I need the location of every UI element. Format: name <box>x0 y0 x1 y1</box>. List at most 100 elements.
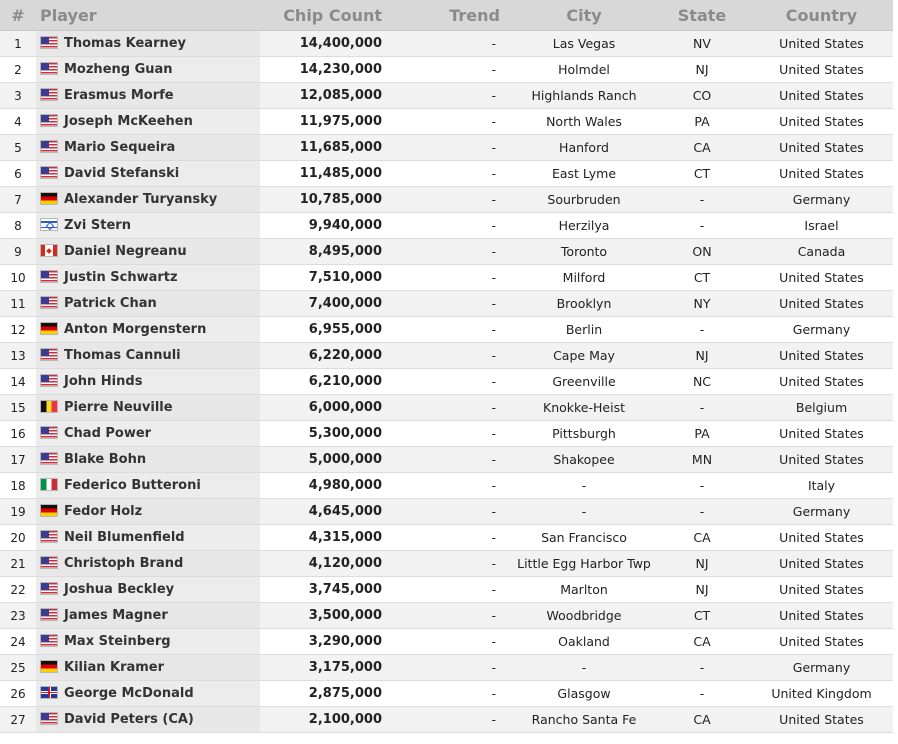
player-name[interactable]: Daniel Negreanu <box>64 244 187 259</box>
city-cell: Cape May <box>514 342 654 369</box>
rank-cell: 17 <box>0 446 36 473</box>
player-name[interactable]: Neil Blumenfield <box>64 530 185 545</box>
us-flag-icon <box>40 140 58 153</box>
player-name[interactable]: Anton Morgenstern <box>64 322 206 337</box>
player-name[interactable]: Zvi Stern <box>64 218 131 233</box>
table-row[interactable]: 10 Justin Schwartz 7,510,000- Milford CT Unit… <box>0 264 893 291</box>
player-name[interactable]: James Magner <box>64 608 168 623</box>
player-name[interactable]: Patrick Chan <box>64 296 157 311</box>
header-chip-count[interactable]: Chip Count <box>260 0 392 31</box>
player-name[interactable]: Thomas Kearney <box>64 36 186 51</box>
table-row[interactable]: 2 Mozheng Guan 14,230,000- Holmdel NJ United … <box>0 56 893 83</box>
player-name[interactable]: David Stefanski <box>64 166 179 181</box>
table-row[interactable]: 4 Joseph McKeehen 11,975,000- North Wales PA… <box>0 108 893 135</box>
table-row[interactable]: 21 Christoph Brand 4,120,000- Little Egg Ha… <box>0 550 893 577</box>
table-row[interactable]: 17 Blake Bohn 5,000,000- Shakopee MN United S… <box>0 446 893 473</box>
us-flag-icon <box>40 530 58 543</box>
table-row[interactable]: 1 Thomas Kearney 14,400,000- Las Vegas NV Uni… <box>0 30 893 57</box>
trend-cell: - <box>392 576 514 603</box>
player-name[interactable]: George McDonald <box>64 686 194 701</box>
trend-cell: - <box>392 186 514 213</box>
table-row[interactable]: 25 Kilian Kramer 3,175,000- - - Germany <box>0 654 893 681</box>
header-trend[interactable]: Trend <box>392 0 514 31</box>
table-row[interactable]: 20 Neil Blumenfield 4,315,000- San Francisc… <box>0 524 893 551</box>
table-row[interactable]: 9 Daniel Negreanu 8,495,000- Toronto ON Canad… <box>0 238 893 265</box>
table-row[interactable]: 7 Alexander Turyansky 10,785,000- Sourbrude… <box>0 186 893 213</box>
header-country[interactable]: Country <box>750 0 893 31</box>
chip-count-cell: 11,975,000 <box>260 108 392 135</box>
table-row[interactable]: 8 Zvi Stern 9,940,000- Herzilya - Israel <box>0 212 893 239</box>
city-cell: East Lyme <box>514 160 654 187</box>
table-row[interactable]: 13 Thomas Cannuli 6,220,000- Cape May NJ Unit… <box>0 342 893 369</box>
player-name[interactable]: Justin Schwartz <box>64 270 178 285</box>
trend-cell: - <box>392 446 514 473</box>
player-name[interactable]: David Peters (CA) <box>64 712 194 727</box>
chip-count-cell: 2,100,000 <box>260 706 392 733</box>
player-name[interactable]: Alexander Turyansky <box>64 192 217 207</box>
state-cell: NC <box>654 368 750 395</box>
table-row[interactable]: 22 Joshua Beckley 3,745,000- Marlton NJ Unite… <box>0 576 893 603</box>
player-name[interactable]: Mozheng Guan <box>64 62 173 77</box>
city-cell: Toronto <box>514 238 654 265</box>
header-state[interactable]: State <box>654 0 750 31</box>
table-row[interactable]: 5 Mario Sequeira 11,685,000- Hanford CA Unite… <box>0 134 893 161</box>
player-name[interactable]: Pierre Neuville <box>64 400 173 415</box>
table-row[interactable]: 23 James Magner 3,500,000- Woodbridge CT Unit… <box>0 602 893 629</box>
state-cell: CA <box>654 706 750 733</box>
table-row[interactable]: 15 Pierre Neuville 6,000,000- Knokke-Heist -… <box>0 394 893 421</box>
country-cell: United States <box>750 160 893 187</box>
player-name[interactable]: Christoph Brand <box>64 556 183 571</box>
table-row[interactable]: 11 Patrick Chan 7,400,000- Brooklyn NY United… <box>0 290 893 317</box>
table-row[interactable]: 16 Chad Power 5,300,000- Pittsburgh PA United… <box>0 420 893 447</box>
city-cell: Sourbruden <box>514 186 654 213</box>
player-name[interactable]: Joseph McKeehen <box>64 114 193 129</box>
table-row[interactable]: 18 Federico Butteroni 4,980,000- - - Italy <box>0 472 893 499</box>
table-row[interactable]: 6 David Stefanski 11,485,000- East Lyme CT Un… <box>0 160 893 187</box>
table-row[interactable]: 24 Max Steinberg 3,290,000- Oakland CA United… <box>0 628 893 655</box>
player-name[interactable]: Joshua Beckley <box>64 582 174 597</box>
chip-count-cell: 10,785,000 <box>260 186 392 213</box>
header-city[interactable]: City <box>514 0 654 31</box>
state-cell: - <box>654 498 750 525</box>
player-name[interactable]: Chad Power <box>64 426 151 441</box>
rank-cell: 11 <box>0 290 36 317</box>
state-cell: - <box>654 212 750 239</box>
state-cell: CO <box>654 82 750 109</box>
player-name[interactable]: Max Steinberg <box>64 634 171 649</box>
chip-count-cell: 5,300,000 <box>260 420 392 447</box>
trend-cell: - <box>392 30 514 57</box>
table-row[interactable]: 14 John Hinds 6,210,000- Greenville NC United… <box>0 368 893 395</box>
player-cell: Justin Schwartz <box>36 264 260 291</box>
state-cell: CT <box>654 160 750 187</box>
us-flag-icon <box>40 62 58 75</box>
table-row[interactable]: 26 George McDonald 2,875,000- Glasgow - Unite… <box>0 680 893 707</box>
player-name[interactable]: Blake Bohn <box>64 452 146 467</box>
table-header-row: # Player Chip Count Trend City State Cou… <box>0 0 893 31</box>
chip-count-cell: 6,955,000 <box>260 316 392 343</box>
table-row[interactable]: 3 Erasmus Morfe 12,085,000- Highlands Ranch… <box>0 82 893 109</box>
table-row[interactable]: 19 Fedor Holz 4,645,000- - - Germany <box>0 498 893 525</box>
player-cell: Mario Sequeira <box>36 134 260 161</box>
player-name[interactable]: Erasmus Morfe <box>64 88 174 103</box>
player-name[interactable]: Thomas Cannuli <box>64 348 181 363</box>
city-cell: Oakland <box>514 628 654 655</box>
state-cell: - <box>654 186 750 213</box>
header-rank[interactable]: # <box>0 0 36 31</box>
player-name[interactable]: Mario Sequeira <box>64 140 175 155</box>
player-name[interactable]: Kilian Kramer <box>64 660 164 675</box>
country-cell: United States <box>750 290 893 317</box>
state-cell: NJ <box>654 576 750 603</box>
header-player[interactable]: Player <box>36 0 260 31</box>
rank-cell: 8 <box>0 212 36 239</box>
country-cell: Germany <box>750 316 893 343</box>
player-name[interactable]: Federico Butteroni <box>64 478 201 493</box>
rank-cell: 25 <box>0 654 36 681</box>
state-cell: NJ <box>654 56 750 83</box>
player-name[interactable]: John Hinds <box>64 374 142 389</box>
table-row[interactable]: 12 Anton Morgenstern 6,955,000- Berlin - Germ… <box>0 316 893 343</box>
us-flag-icon <box>40 114 58 127</box>
player-name[interactable]: Fedor Holz <box>64 504 142 519</box>
table-row[interactable]: 27 David Peters (CA) 2,100,000- Rancho Sant… <box>0 706 893 733</box>
city-cell: Las Vegas <box>514 30 654 57</box>
state-cell: CT <box>654 264 750 291</box>
